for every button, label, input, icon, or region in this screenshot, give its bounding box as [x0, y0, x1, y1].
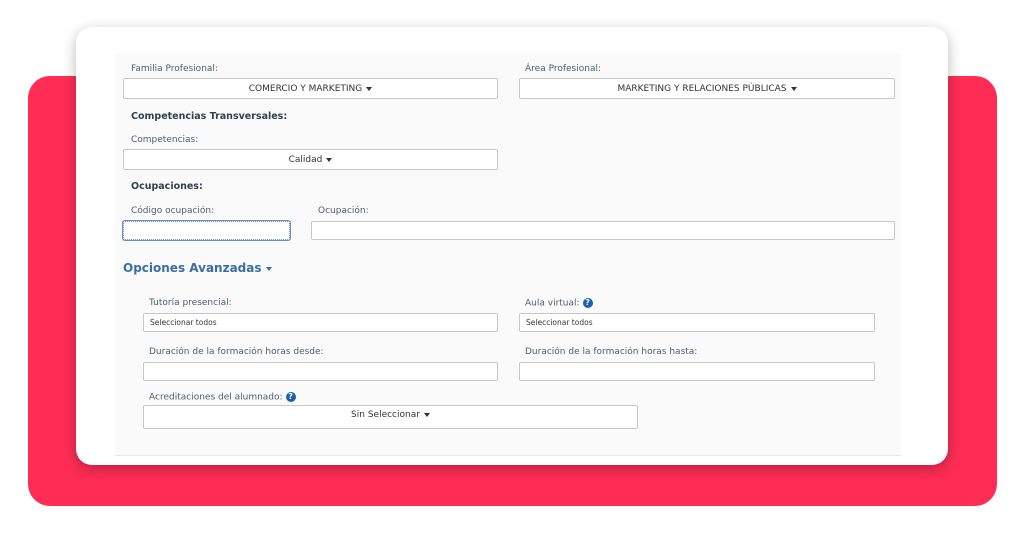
- area-profesional-value: MARKETING Y RELACIONES PÚBLICAS: [617, 83, 787, 94]
- area-profesional-label: Área Profesional:: [525, 64, 602, 74]
- duracion-desde-label: Duración de la formación horas desde:: [149, 347, 324, 357]
- area-profesional-dropdown[interactable]: MARKETING Y RELACIONES PÚBLICAS: [519, 78, 895, 99]
- competencias-dropdown[interactable]: Calidad: [123, 149, 498, 170]
- caret-down-icon: [423, 413, 430, 417]
- codigo-ocupacion-input[interactable]: [123, 221, 290, 240]
- competencias-label: Competencias:: [131, 135, 199, 145]
- competencias-transversales-heading: Competencias Transversales:: [131, 111, 288, 122]
- ocupacion-label: Ocupación:: [318, 206, 369, 216]
- acreditaciones-label: Acreditaciones del alumnado:: [149, 392, 283, 403]
- caret-down-icon: [326, 157, 333, 162]
- ocupaciones-heading: Ocupaciones:: [131, 181, 203, 192]
- acreditaciones-value: Sin Seleccionar: [351, 410, 420, 420]
- familia-profesional-label: Familia Profesional:: [131, 64, 218, 74]
- duracion-desde-input[interactable]: [143, 362, 498, 381]
- opciones-avanzadas-toggle[interactable]: Opciones Avanzadas: [123, 261, 272, 275]
- tutoria-presencial-value: Seleccionar todos: [150, 318, 217, 327]
- caret-down-icon: [790, 86, 797, 91]
- duracion-hasta-label: Duración de la formación horas hasta:: [525, 347, 698, 357]
- acreditaciones-dropdown[interactable]: Sin Seleccionar: [143, 405, 638, 429]
- aula-virtual-label-group: Aula virtual:?: [525, 298, 593, 309]
- question-circle-icon[interactable]: ?: [285, 392, 296, 402]
- aula-virtual-label: Aula virtual:: [525, 298, 580, 309]
- codigo-ocupacion-label: Código ocupación:: [131, 206, 215, 216]
- question-circle-icon[interactable]: ?: [582, 298, 593, 308]
- tutoria-presencial-select[interactable]: Seleccionar todos: [143, 313, 498, 332]
- ocupacion-input[interactable]: [311, 221, 895, 240]
- acreditaciones-label-group: Acreditaciones del alumnado:?: [149, 392, 296, 403]
- opciones-avanzadas-label: Opciones Avanzadas: [123, 261, 262, 275]
- tutoria-presencial-label: Tutoría presencial:: [149, 298, 232, 308]
- search-form: Familia Profesional: COMERCIO Y MARKETIN…: [115, 53, 901, 456]
- duracion-hasta-input[interactable]: [519, 362, 875, 381]
- screenshot-card: Familia Profesional: COMERCIO Y MARKETIN…: [76, 27, 948, 465]
- familia-profesional-dropdown[interactable]: COMERCIO Y MARKETING: [123, 78, 498, 99]
- competencias-value: Calidad: [288, 154, 323, 165]
- caret-down-icon: [366, 86, 373, 91]
- familia-profesional-value: COMERCIO Y MARKETING: [248, 83, 363, 94]
- aula-virtual-select[interactable]: Seleccionar todos: [519, 313, 875, 332]
- aula-virtual-value: Seleccionar todos: [526, 318, 593, 327]
- caret-down-icon: [265, 266, 272, 271]
